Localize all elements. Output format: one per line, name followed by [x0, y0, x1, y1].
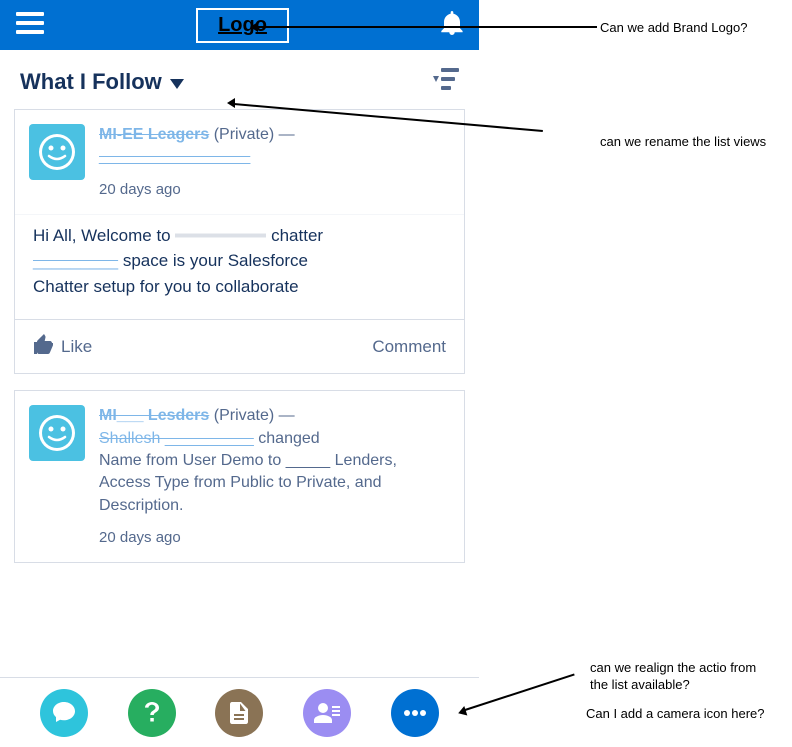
post-subline: _________________: [99, 148, 250, 165]
comment-label: Comment: [372, 337, 446, 357]
top-bar: Logo: [0, 0, 479, 50]
annotation-text: can we rename the list views: [600, 134, 766, 151]
annotation-text: Can I add a camera icon here?: [586, 706, 765, 723]
bottom-action-bar: [0, 677, 479, 747]
feed-header: What I Follow: [0, 50, 479, 109]
feed-view-selector[interactable]: What I Follow: [20, 69, 184, 95]
body-link[interactable]: _________: [33, 251, 118, 270]
post-body-text: Name from User Demo to _____ Lenders, Ac…: [99, 450, 450, 517]
like-button[interactable]: Like: [33, 334, 92, 359]
annotation-text: Can we add Brand Logo?: [600, 20, 747, 37]
sort-icon[interactable]: [433, 68, 459, 95]
chevron-down-icon: [170, 69, 184, 95]
post-meta: MI-EE Leagers (Private) — ______________…: [99, 124, 450, 200]
post-header: MI-EE Leagers (Private) — ______________…: [15, 110, 464, 215]
post-subline-text: changed: [258, 430, 319, 447]
post-timestamp: 20 days ago: [99, 527, 450, 548]
more-fab[interactable]: [391, 689, 439, 737]
document-fab[interactable]: [215, 689, 263, 737]
feed-view-title: What I Follow: [20, 69, 162, 95]
feed-post: MI___ Lesders (Private) — Shallesh _____…: [14, 390, 465, 563]
avatar[interactable]: [29, 405, 85, 461]
post-header: MI___ Lesders (Private) — Shallesh _____…: [15, 391, 464, 562]
logo-placeholder[interactable]: Logo: [196, 8, 289, 43]
post-author-link[interactable]: MI-EE Leagers: [99, 126, 209, 143]
avatar[interactable]: [29, 124, 85, 180]
post-privacy-label: (Private) —: [214, 126, 295, 143]
help-fab[interactable]: [128, 689, 176, 737]
feed-post: MI-EE Leagers (Private) — ______________…: [14, 109, 465, 374]
annotation-arrow: [465, 674, 575, 711]
hamburger-menu-icon[interactable]: [16, 12, 44, 39]
post-actions: Like Comment: [15, 319, 464, 373]
annotation-arrow: [257, 26, 597, 28]
add-user-fab[interactable]: [303, 689, 351, 737]
post-body: Hi All, Welcome to ML E___ser chatter __…: [15, 215, 464, 320]
notifications-bell-icon[interactable]: [441, 11, 463, 40]
annotation-arrowhead: [227, 98, 235, 108]
post-timestamp: 20 days ago: [99, 179, 450, 200]
post-privacy-label: (Private) —: [214, 407, 295, 424]
post-meta: MI___ Lesders (Private) — Shallesh _____…: [99, 405, 450, 548]
thumbs-up-icon: [33, 334, 53, 359]
post-subline-link[interactable]: Shallesh __________: [99, 430, 254, 447]
chat-fab[interactable]: [40, 689, 88, 737]
like-label: Like: [61, 337, 92, 357]
annotation-text: can we realign the actio from the list a…: [590, 660, 770, 694]
annotation-arrowhead: [250, 22, 258, 32]
post-author-link[interactable]: MI___ Lesders: [99, 407, 209, 424]
comment-button[interactable]: Comment: [372, 334, 446, 359]
